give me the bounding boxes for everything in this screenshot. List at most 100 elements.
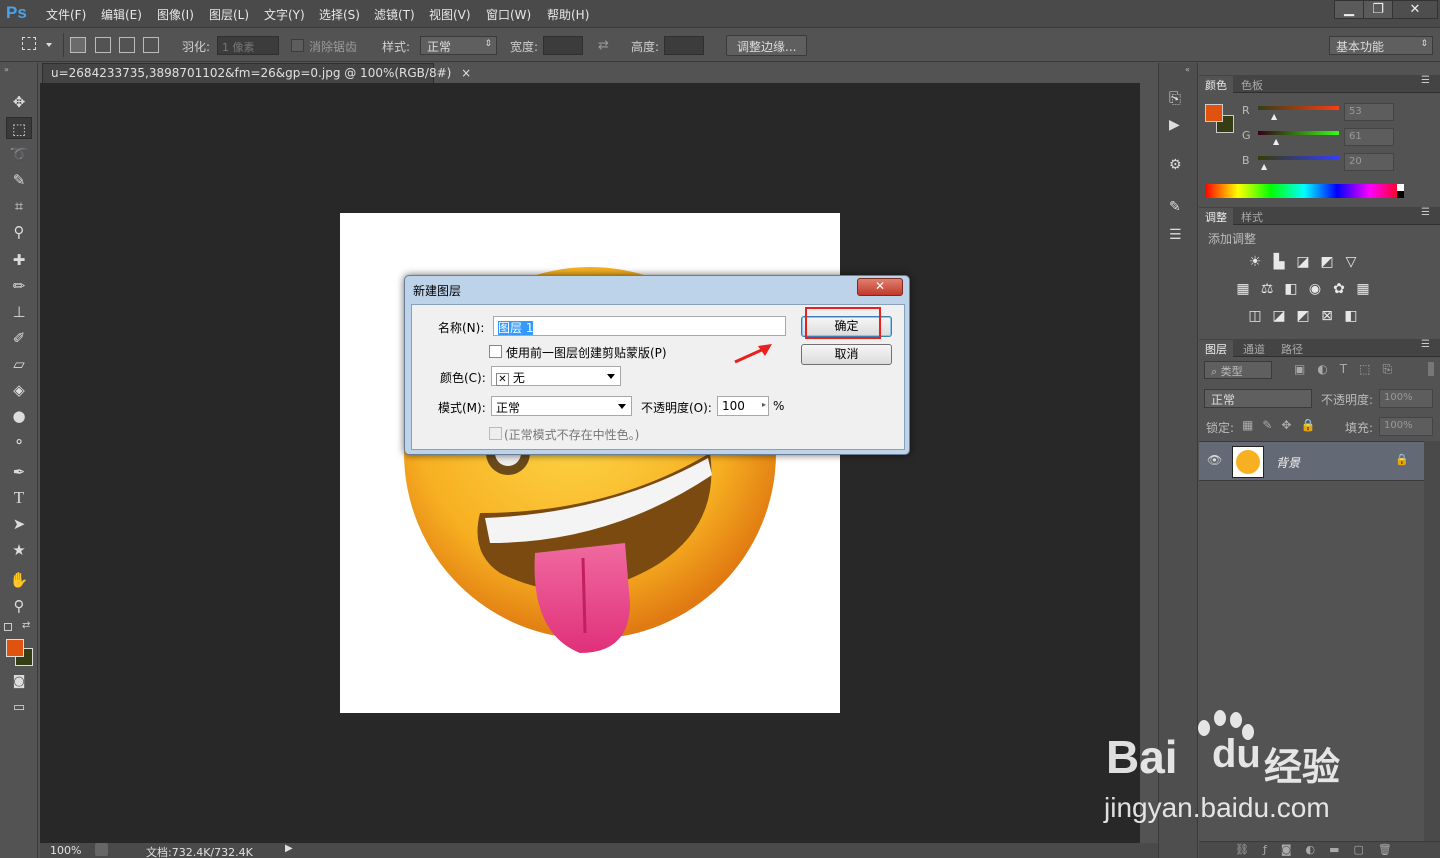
lock-icons[interactable]: ▦✎✥🔒 xyxy=(1242,418,1324,432)
minimize-button[interactable]: ▁ xyxy=(1334,0,1364,19)
eraser-tool-icon[interactable]: ▱ xyxy=(6,353,32,375)
marquee-preset-icon[interactable] xyxy=(22,37,36,50)
layer-name[interactable]: 背景 xyxy=(1276,454,1300,471)
antialias-checkbox[interactable] xyxy=(291,39,304,52)
close-window-button[interactable]: ✕ xyxy=(1392,0,1438,19)
menu-image[interactable]: 图像(I) xyxy=(157,6,194,23)
exposure-icon[interactable]: ◩ xyxy=(1318,254,1336,270)
actions-play-icon[interactable]: ▶ xyxy=(1169,117,1180,133)
threshold-icon[interactable]: ◩ xyxy=(1294,308,1312,324)
workspace-select[interactable]: 基本功能 ⇕ xyxy=(1329,36,1433,55)
blend-mode-select[interactable]: 正常 xyxy=(1204,389,1312,408)
layer-filter-icons[interactable]: ▣◐T⬚⎘ xyxy=(1294,362,1404,377)
new-selection-icon[interactable] xyxy=(70,37,86,53)
invert-icon[interactable]: ◫ xyxy=(1246,308,1264,324)
lasso-tool-icon[interactable]: ➰ xyxy=(6,143,32,165)
menu-select[interactable]: 选择(S) xyxy=(319,6,360,23)
levels-icon[interactable]: ▙ xyxy=(1270,254,1288,270)
visibility-eye-icon[interactable]: 👁 xyxy=(1207,453,1222,467)
feather-input[interactable]: 1 像素 xyxy=(217,36,279,55)
tab-styles[interactable]: 样式 xyxy=(1235,208,1269,225)
color-panel-foreground-swatch[interactable] xyxy=(1205,104,1223,122)
neutral-fill-checkbox[interactable] xyxy=(489,427,502,440)
opacity-input[interactable]: 100 ▸ xyxy=(717,396,769,416)
menu-view[interactable]: 视图(V) xyxy=(429,6,471,23)
b-slider[interactable] xyxy=(1258,156,1339,160)
g-slider-handle[interactable]: ▲ xyxy=(1273,137,1279,146)
r-slider[interactable] xyxy=(1258,106,1339,110)
restore-button[interactable]: ❐ xyxy=(1363,0,1393,19)
quick-select-tool-icon[interactable]: ✎ xyxy=(6,169,32,191)
intersect-selection-icon[interactable] xyxy=(143,37,159,53)
photo-filter-icon[interactable]: ◉ xyxy=(1306,281,1324,297)
b-value[interactable]: 20 xyxy=(1344,153,1394,171)
quick-mask-icon[interactable]: ◙ xyxy=(6,671,32,693)
clone-stamp-tool-icon[interactable]: ⊥ xyxy=(6,301,32,323)
brush-tool-icon[interactable]: ✏ xyxy=(6,275,32,297)
document-tab[interactable]: u=2684233735,3898701102&fm=26&gp=0.jpg @… xyxy=(42,63,471,83)
crop-tool-icon[interactable]: ⌗ xyxy=(6,195,32,217)
zoom-tool-icon[interactable]: ⚲ xyxy=(6,595,32,617)
zoom-level[interactable]: 100% xyxy=(50,844,81,857)
brush-presets-icon[interactable]: ☰ xyxy=(1169,227,1182,243)
fill-input[interactable]: 100% xyxy=(1379,417,1433,436)
channel-mixer-icon[interactable]: ✿ xyxy=(1330,281,1348,297)
menu-type[interactable]: 文字(Y) xyxy=(264,6,305,23)
tab-paths[interactable]: 路径 xyxy=(1275,340,1309,357)
menu-help[interactable]: 帮助(H) xyxy=(547,6,589,23)
cancel-button[interactable]: 取消 xyxy=(801,344,892,365)
panel-menu-icon[interactable]: ☰ xyxy=(1421,339,1430,350)
eyedropper-tool-icon[interactable]: ⚲ xyxy=(6,221,32,243)
subtract-selection-icon[interactable] xyxy=(119,37,135,53)
shape-tool-icon[interactable]: ★ xyxy=(6,539,32,561)
vibrance-icon[interactable]: ▽ xyxy=(1342,254,1360,270)
layer-row-background[interactable]: 👁 背景 🔒 xyxy=(1199,441,1424,481)
dodge-tool-icon[interactable]: ⚬ xyxy=(6,431,32,453)
status-menu-icon[interactable] xyxy=(95,843,108,856)
style-select[interactable]: 正常 ⇕ xyxy=(420,36,497,55)
add-selection-icon[interactable] xyxy=(95,37,111,53)
menu-filter[interactable]: 滤镜(T) xyxy=(374,6,415,23)
close-tab-icon[interactable]: × xyxy=(461,66,471,80)
layer-kind-filter[interactable]: ⌕ 类型 xyxy=(1204,361,1272,379)
gradient-map-icon[interactable]: ⊠ xyxy=(1318,308,1336,324)
chevron-down-icon[interactable] xyxy=(46,43,52,47)
layers-scrollbar[interactable] xyxy=(1424,441,1440,841)
color-balance-icon[interactable]: ⚖ xyxy=(1258,281,1276,297)
clip-mask-checkbox[interactable] xyxy=(489,345,502,358)
menu-edit[interactable]: 编辑(E) xyxy=(101,6,142,23)
healing-brush-tool-icon[interactable]: ✚ xyxy=(6,249,32,271)
spectrum-white-swatch[interactable] xyxy=(1397,184,1404,191)
history-brush-tool-icon[interactable]: ✐ xyxy=(6,327,32,349)
layer-footer-icons[interactable]: ⛓ƒ◙◐▬▢🗑 xyxy=(1235,843,1406,856)
hue-saturation-icon[interactable]: ▦ xyxy=(1234,281,1252,297)
refine-edge-button[interactable]: 调整边缘... xyxy=(726,35,808,56)
color-spectrum-bar[interactable] xyxy=(1205,184,1403,198)
brush-panel-icon[interactable]: ✎ xyxy=(1169,199,1181,215)
layer-opacity-input[interactable]: 100% xyxy=(1379,389,1433,408)
posterize-icon[interactable]: ◪ xyxy=(1270,308,1288,324)
tab-adjustments[interactable]: 调整 xyxy=(1199,208,1233,225)
tab-layers[interactable]: 图层 xyxy=(1199,340,1233,357)
status-arrow-icon[interactable]: ▶ xyxy=(285,843,293,854)
r-slider-handle[interactable]: ▲ xyxy=(1271,112,1277,121)
type-tool-icon[interactable]: T xyxy=(6,487,32,509)
hand-tool-icon[interactable]: ✋ xyxy=(6,569,32,591)
path-select-tool-icon[interactable]: ➤ xyxy=(6,513,32,535)
paint-bucket-tool-icon[interactable]: ◈ xyxy=(6,379,32,401)
filter-toggle[interactable] xyxy=(1428,362,1434,376)
opacity-stepper-icon[interactable]: ▸ xyxy=(762,400,766,409)
brightness-icon[interactable]: ☀ xyxy=(1246,254,1264,270)
color-lookup-icon[interactable]: ▦ xyxy=(1354,281,1372,297)
tab-color[interactable]: 颜色 xyxy=(1199,76,1233,93)
screen-mode-icon[interactable]: ▭ xyxy=(6,697,32,719)
panel-menu-icon[interactable]: ☰ xyxy=(1421,207,1430,218)
g-value[interactable]: 61 xyxy=(1344,128,1394,146)
tab-swatches[interactable]: 色板 xyxy=(1235,76,1269,93)
layer-name-input[interactable]: 图层 1 xyxy=(493,316,786,336)
collapse-icon[interactable]: » xyxy=(4,65,9,74)
width-input[interactable] xyxy=(543,36,583,55)
move-tool-icon[interactable]: ✥ xyxy=(6,91,32,113)
menu-layer[interactable]: 图层(L) xyxy=(209,6,249,23)
curves-icon[interactable]: ◪ xyxy=(1294,254,1312,270)
